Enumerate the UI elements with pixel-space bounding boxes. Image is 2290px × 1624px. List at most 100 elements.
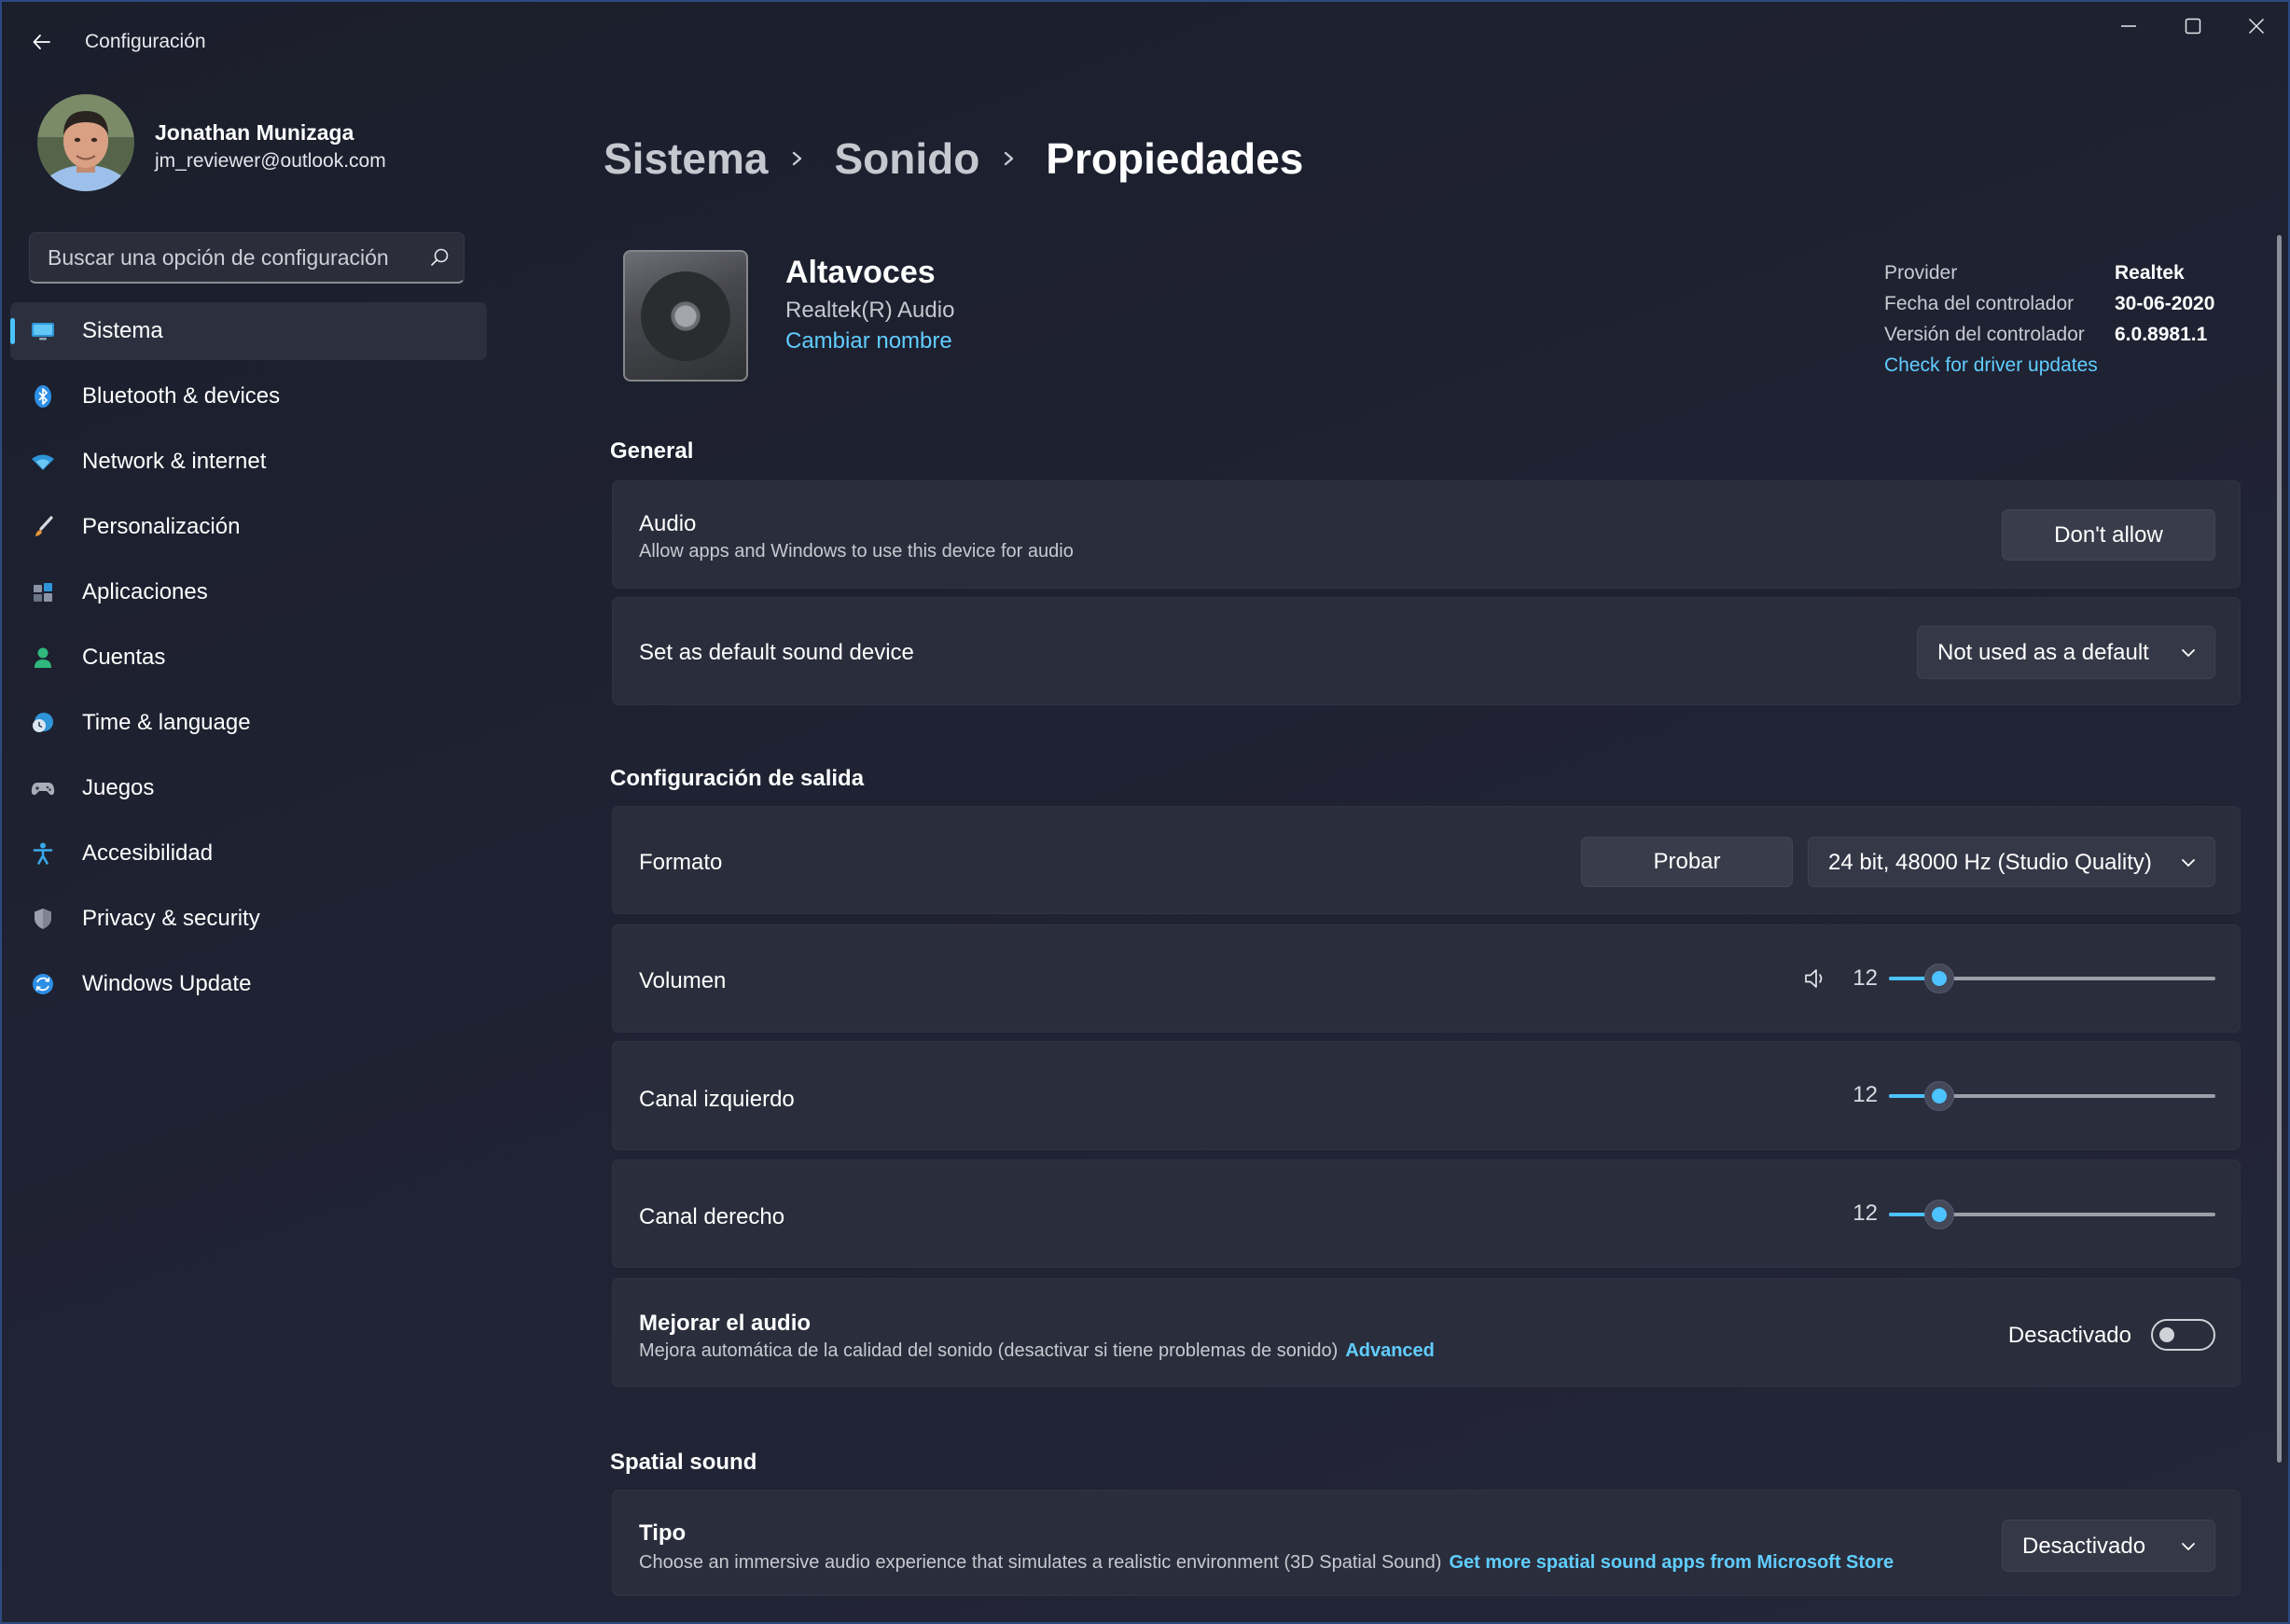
sidebar-item-sistema[interactable]: Sistema bbox=[10, 302, 487, 360]
slider-thumb[interactable] bbox=[1924, 1200, 1955, 1229]
maximize-icon bbox=[2185, 18, 2201, 35]
section-output-heading: Configuración de salida bbox=[610, 766, 865, 791]
chevron-down-icon bbox=[2182, 1543, 2195, 1550]
minimize-button[interactable] bbox=[2099, 6, 2158, 47]
enhance-audio-toggle[interactable] bbox=[2151, 1319, 2215, 1351]
audio-subtitle: Allow apps and Windows to use this devic… bbox=[639, 541, 1074, 562]
selection-indicator bbox=[10, 318, 15, 344]
device-name: Altavoces bbox=[785, 255, 936, 290]
page-title: Propiedades bbox=[1046, 134, 1304, 183]
scrollbar[interactable] bbox=[2277, 235, 2282, 1463]
search-icon[interactable] bbox=[428, 246, 451, 269]
maximize-button[interactable] bbox=[2163, 6, 2223, 47]
breadcrumb-sistema[interactable]: Sistema bbox=[604, 132, 768, 185]
chevron-down-icon bbox=[2182, 859, 2195, 867]
driver-updates-link[interactable]: Check for driver updates bbox=[1884, 354, 2098, 378]
format-card: Formato Probar 24 bit, 48000 Hz (Studio … bbox=[612, 806, 2241, 914]
dont-allow-button[interactable]: Don't allow bbox=[2002, 509, 2215, 561]
slider-thumb-dot bbox=[1932, 971, 1948, 986]
left-channel-value: 12 bbox=[1853, 1082, 1878, 1107]
default-device-dropdown[interactable]: Not used as a default bbox=[1917, 626, 2215, 679]
sidebar-item-accesibilidad[interactable]: Accesibilidad bbox=[10, 825, 487, 882]
slider-thumb[interactable] bbox=[1924, 964, 1955, 993]
chevron-right-icon bbox=[793, 151, 802, 166]
settings-window: Configuración Jonathan Munizaga jm_revie… bbox=[0, 0, 2290, 1624]
user-email: jm_reviewer@outlook.com bbox=[155, 150, 386, 172]
sidebar-item-label: Network & internet bbox=[82, 449, 267, 474]
sidebar-item-label: Time & language bbox=[82, 710, 251, 735]
speaker-device-icon bbox=[623, 250, 748, 382]
sidebar-item-time-language[interactable]: Time & language bbox=[10, 694, 487, 752]
apps-icon bbox=[34, 583, 52, 602]
left-channel-slider[interactable] bbox=[1889, 1081, 2215, 1111]
microsoft-store-link[interactable]: Get more spatial sound apps from Microso… bbox=[1449, 1552, 1894, 1573]
close-button[interactable] bbox=[2227, 6, 2286, 47]
enhance-audio-card: Mejorar el audio Mejora automática de la… bbox=[612, 1278, 2241, 1387]
enhance-audio-title: Mejorar el audio bbox=[639, 1311, 812, 1336]
right-channel-title: Canal derecho bbox=[639, 1204, 785, 1229]
device-driver: Realtek(R) Audio bbox=[785, 298, 955, 323]
default-device-title: Set as default sound device bbox=[639, 640, 914, 665]
dropdown-value: Not used as a default bbox=[1937, 640, 2149, 665]
update-icon bbox=[33, 974, 53, 994]
globe-clock-icon bbox=[33, 713, 53, 732]
sidebar-item-label: Sistema bbox=[82, 318, 163, 343]
sidebar-item-privacy-security[interactable]: Privacy & security bbox=[10, 890, 487, 948]
test-button[interactable]: Probar bbox=[1581, 837, 1793, 887]
sidebar-item-label: Accesibilidad bbox=[82, 840, 214, 866]
audio-card: Audio Allow apps and Windows to use this… bbox=[612, 480, 2241, 589]
right-channel-slider[interactable] bbox=[1889, 1200, 2215, 1229]
breadcrumb: Sistema Sonido Propiedades bbox=[604, 131, 1303, 187]
search-input[interactable] bbox=[30, 233, 422, 282]
sidebar-item-personalizacion[interactable]: Personalización bbox=[10, 498, 487, 556]
gamepad-icon bbox=[31, 783, 55, 796]
sidebar-item-label: Privacy & security bbox=[82, 906, 260, 931]
volume-card: Volumen 12 bbox=[612, 924, 2241, 1033]
volume-title: Volumen bbox=[639, 968, 727, 993]
rename-link[interactable]: Cambiar nombre bbox=[785, 327, 952, 354]
sidebar-item-cuentas[interactable]: Cuentas bbox=[10, 629, 487, 687]
avatar[interactable] bbox=[37, 94, 134, 191]
sidebar-item-label: Juegos bbox=[82, 775, 155, 800]
spatial-type-subtitle-row: Choose an immersive audio experience tha… bbox=[639, 1551, 1894, 1574]
enhance-toggle-label: Desactivado bbox=[2007, 1323, 2131, 1348]
breadcrumb-sonido[interactable]: Sonido bbox=[834, 132, 979, 185]
slider-thumb[interactable] bbox=[1924, 1081, 1955, 1111]
default-device-card: Set as default sound device Not used as … bbox=[612, 597, 2241, 705]
slider-thumb-dot bbox=[1932, 1207, 1948, 1222]
sidebar-item-windows-update[interactable]: Windows Update bbox=[10, 955, 487, 1013]
sidebar-item-label: Bluetooth & devices bbox=[82, 383, 281, 409]
slider-thumb-dot bbox=[1932, 1089, 1948, 1103]
spatial-type-subtitle: Choose an immersive audio experience tha… bbox=[639, 1552, 1442, 1573]
toggle-knob bbox=[2159, 1327, 2174, 1342]
person-icon bbox=[35, 647, 51, 668]
volume-slider[interactable] bbox=[1889, 964, 2215, 993]
section-general-heading: General bbox=[610, 438, 694, 464]
chevron-down-icon bbox=[2182, 649, 2195, 657]
advanced-link[interactable]: Advanced bbox=[1345, 1340, 1435, 1361]
sidebar-item-bluetooth-devices[interactable]: Bluetooth & devices bbox=[10, 368, 487, 425]
spatial-type-dropdown[interactable]: Desactivado bbox=[2002, 1520, 2215, 1572]
sidebar-item-network-internet[interactable]: Network & internet bbox=[10, 433, 487, 491]
enhance-audio-subtitle-row: Mejora automática de la calidad del soni… bbox=[639, 1339, 1435, 1362]
provider-label: Provider bbox=[1884, 262, 1958, 284]
close-icon bbox=[2248, 18, 2265, 35]
sidebar-item-label: Personalización bbox=[82, 514, 241, 539]
audio-title: Audio bbox=[639, 511, 697, 536]
search-box[interactable] bbox=[29, 232, 465, 284]
enhance-audio-subtitle: Mejora automática de la calidad del soni… bbox=[639, 1340, 1339, 1361]
spatial-type-title: Tipo bbox=[639, 1520, 687, 1546]
right-channel-card: Canal derecho 12 bbox=[612, 1159, 2241, 1268]
left-channel-title: Canal izquierdo bbox=[639, 1087, 795, 1112]
format-dropdown[interactable]: 24 bit, 48000 Hz (Studio Quality) bbox=[1808, 837, 2215, 887]
accessibility-icon bbox=[33, 842, 53, 865]
driver-version-value: 6.0.8981.1 bbox=[2115, 324, 2208, 345]
volume-value: 12 bbox=[1853, 965, 1878, 991]
chevron-right-icon bbox=[1005, 151, 1014, 166]
sidebar-item-aplicaciones[interactable]: Aplicaciones bbox=[10, 563, 487, 621]
sidebar-item-label: Aplicaciones bbox=[82, 579, 208, 604]
paintbrush-icon bbox=[35, 516, 53, 536]
back-button[interactable] bbox=[21, 21, 63, 63]
sidebar-item-juegos[interactable]: Juegos bbox=[10, 759, 487, 817]
driver-version-label: Versión del controlador bbox=[1884, 324, 2085, 345]
